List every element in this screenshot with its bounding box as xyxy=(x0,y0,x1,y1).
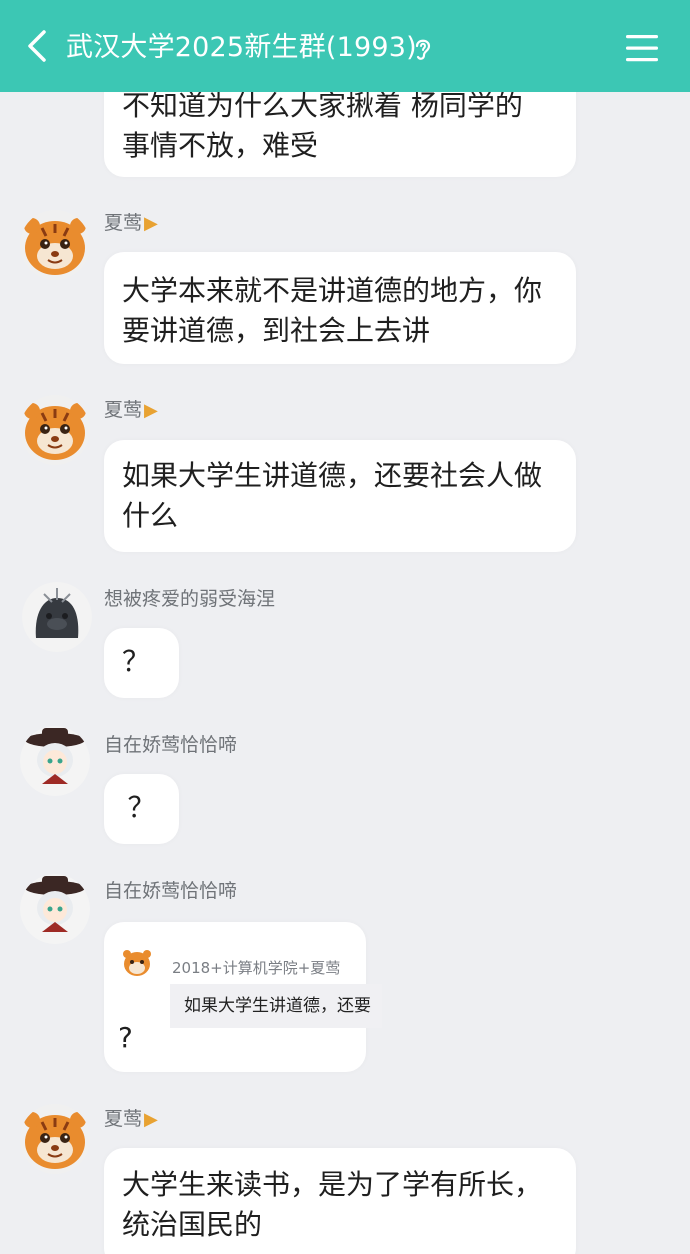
quoted-message[interactable]: 2018+计算机学院+夏莺 如果大学生讲道德，还要 xyxy=(122,948,452,1044)
avatar-seal[interactable] xyxy=(22,582,92,652)
ear-icon xyxy=(415,39,431,60)
message-line: 大学生来读书，是为了学有所长， xyxy=(122,1168,543,1201)
message-bubble[interactable]: 如果大学生讲道德，还要社会人做 什么 xyxy=(104,440,576,552)
sender-label: 夏莺 xyxy=(104,212,143,234)
quote-text: 如果大学生讲道德，还要 xyxy=(170,984,382,1028)
sender-name: 自在娇莺恰恰啼 xyxy=(104,734,238,756)
group-title: 武汉大学2025新生群(1993) xyxy=(66,32,417,63)
water-gun-icon: ▶ xyxy=(144,400,158,421)
chat-header: 武汉大学2025新生群(1993) xyxy=(0,0,690,92)
sender-name: 自在娇莺恰恰啼 xyxy=(104,880,238,902)
sender-name: 夏莺 ▶ xyxy=(104,210,158,237)
message-line: 要讲道德，到社会上去讲 xyxy=(122,314,431,347)
avatar-anime-girl[interactable] xyxy=(20,726,90,796)
message-line: 大学本来就不是讲道德的地方，你 xyxy=(122,274,543,307)
message-bubble[interactable]: 大学本来就不是讲道德的地方，你 要讲道德，到社会上去讲 xyxy=(104,252,576,364)
message-bubble[interactable]: 不知道为什么大家揪着 杨同学的 事情不放，难受 xyxy=(104,92,576,177)
message-line: 统治国民的 xyxy=(122,1208,263,1241)
avatar-tiger[interactable] xyxy=(20,395,90,465)
message-line: ？ xyxy=(127,791,156,824)
sender-label: 夏莺 xyxy=(104,399,143,421)
chat-area[interactable]: 不知道为什么大家揪着 杨同学的 事情不放，难受 夏莺 ▶ 大学本来就不是讲道德的地… xyxy=(0,92,690,1254)
quote-avatar-tiger xyxy=(123,950,151,976)
reply-bubble[interactable]: 2018+计算机学院+夏莺 如果大学生讲道德，还要 ? xyxy=(104,922,382,1072)
message-line: 什么 xyxy=(122,499,179,532)
hamburger-menu-icon[interactable] xyxy=(622,32,662,64)
avatar-anime-girl[interactable] xyxy=(20,874,90,944)
avatar-tiger[interactable] xyxy=(20,210,90,280)
message-bubble[interactable]: ？ xyxy=(104,628,179,698)
message-line: ？ xyxy=(122,645,151,678)
message-line: 事情不放，难受 xyxy=(122,129,319,162)
sender-name: 夏莺 ▶ xyxy=(104,397,158,424)
water-gun-icon: ▶ xyxy=(144,213,158,234)
message-bubble[interactable]: 大学生来读书，是为了学有所长， 统治国民的 xyxy=(104,1148,576,1254)
message-line: 不知道为什么大家揪着 杨同学的 xyxy=(122,92,523,122)
chevron-left-icon[interactable] xyxy=(22,28,58,64)
message-line: ? xyxy=(118,1021,133,1054)
water-gun-icon: ▶ xyxy=(144,1109,158,1130)
sender-name: 想被疼爱的弱受海涅 xyxy=(104,588,276,610)
message-line: 如果大学生讲道德，还要社会人做 xyxy=(122,459,543,492)
sender-label: 夏莺 xyxy=(104,1108,143,1130)
sender-name: 夏莺 ▶ xyxy=(104,1106,158,1133)
quote-sender: 2018+计算机学院+夏莺 xyxy=(172,959,341,977)
avatar-tiger[interactable] xyxy=(20,1104,90,1174)
message-bubble[interactable]: ？ xyxy=(104,774,179,844)
